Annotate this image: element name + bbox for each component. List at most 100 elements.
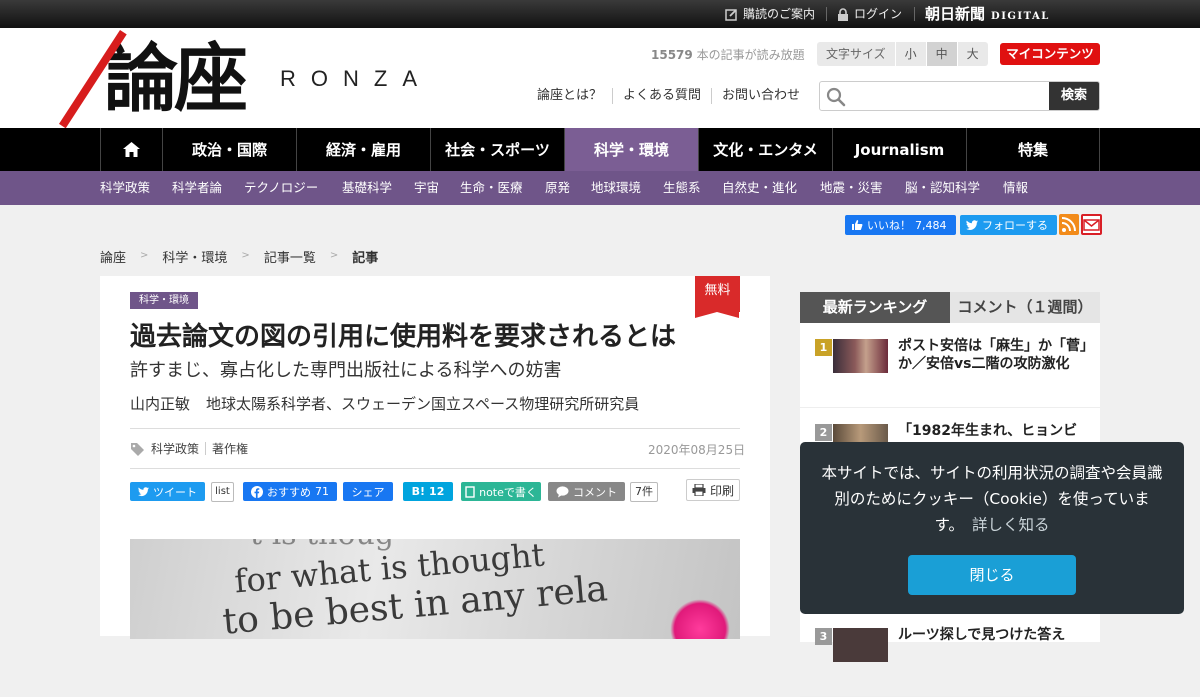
my-content-button[interactable]: マイコンテンツ <box>1000 43 1100 65</box>
comment-label: コメント <box>573 485 617 499</box>
tag-link[interactable]: 科学政策 <box>151 440 199 457</box>
author-role: 地球太陽系科学者、スウェーデン国立スペース物理研究所研究員 <box>206 395 640 413</box>
tab-latest-ranking[interactable]: 最新ランキング <box>800 292 950 323</box>
subnav-item[interactable]: 自然史・進化 <box>722 171 797 205</box>
rank-title: ポスト安倍は「麻生」か「菅」か／安倍vs二階の攻防激化 <box>898 338 1087 372</box>
subnav-item[interactable]: 科学政策 <box>100 171 150 205</box>
search-input[interactable] <box>852 82 1048 110</box>
comment-count[interactable]: 7件 <box>630 482 658 502</box>
login-label: ログイン <box>854 7 903 21</box>
breadcrumb-science[interactable]: 科学・環境 <box>162 247 227 266</box>
nav-economy[interactable]: 経済・雇用 <box>296 128 430 171</box>
article-subtitle: 許すまじ、寡占化した専門出版社による科学への妨害 <box>130 360 562 381</box>
ranking-item[interactable]: 1 ポスト安倍は「麻生」か「菅」か／安倍vs二階の攻防激化 <box>800 323 1100 408</box>
tweet-button[interactable]: ツイート <box>130 482 205 501</box>
home-icon <box>123 142 140 157</box>
font-size-small-button[interactable]: 小 <box>894 42 926 66</box>
print-button[interactable]: 印刷 <box>686 479 740 501</box>
category-badge[interactable]: 科学・環境 <box>130 292 198 309</box>
article-tags: 科学政策 著作権 <box>130 440 248 457</box>
font-size-large-button[interactable]: 大 <box>956 42 988 66</box>
login-link[interactable]: ログイン <box>837 0 902 28</box>
subnav-item[interactable]: 情報 <box>1003 171 1028 205</box>
rank-number: 1 <box>815 339 832 356</box>
mail-button[interactable] <box>1081 214 1102 235</box>
article-title: 過去論文の図の引用に使用料を要求されるとは <box>130 322 677 352</box>
hatena-count: 12 <box>429 485 445 498</box>
subscribe-guide-link[interactable]: 購読のご案内 <box>725 0 815 28</box>
font-size-switcher: 文字サイズ 小 中 大 <box>817 42 988 66</box>
rank-number: 2 <box>815 424 832 441</box>
nav-science[interactable]: 科学・環境 <box>564 128 698 171</box>
tab-comment-ranking[interactable]: コメント（１週間） <box>950 292 1100 323</box>
nav-journalism[interactable]: Journalism <box>832 128 966 171</box>
breadcrumb-list[interactable]: 記事一覧 <box>264 247 316 266</box>
divider <box>914 7 915 21</box>
article-count-number: 15579 <box>651 48 693 62</box>
subnav-item[interactable]: テクノロジー <box>244 171 318 205</box>
asahi-digital-logo[interactable]: 朝日新聞 DIGITAL <box>925 0 1050 28</box>
tweet-label: ツイート <box>153 485 197 499</box>
subnav-item[interactable]: 生態系 <box>663 171 701 205</box>
print-label: 印刷 <box>709 483 734 498</box>
rss-icon <box>1061 217 1076 232</box>
tag-link[interactable]: 著作権 <box>212 440 248 457</box>
rank-thumbnail <box>833 339 888 373</box>
fb-recommend-label: おすすめ <box>267 485 311 499</box>
comment-button[interactable]: コメント <box>548 482 625 501</box>
author-name[interactable]: 山内正敏 <box>130 395 190 413</box>
about-link[interactable]: 論座とは？ <box>537 88 612 104</box>
subnav-item[interactable]: 宇宙 <box>414 171 439 205</box>
breadcrumb-home[interactable]: 論座 <box>100 247 126 266</box>
nav-culture[interactable]: 文化・エンタメ <box>698 128 832 171</box>
nav-society[interactable]: 社会・スポーツ <box>430 128 564 171</box>
font-size-medium-button[interactable]: 中 <box>925 42 957 66</box>
note-button[interactable]: noteで書く <box>461 482 541 501</box>
twitter-icon <box>138 486 149 496</box>
subnav-item[interactable]: 生命・医療 <box>460 171 523 205</box>
ranking-tabs: 最新ランキング コメント（１週間） <box>800 292 1100 323</box>
search-button[interactable]: 検索 <box>1049 82 1099 110</box>
logo-kanji: 論座 <box>104 36 248 122</box>
rss-button[interactable] <box>1059 214 1079 235</box>
subnav-item[interactable]: 地球環境 <box>591 171 641 205</box>
facebook-recommend-button[interactable]: おすすめ 71 <box>243 482 337 501</box>
ranking-item[interactable]: 3 ルーツ探しで見つけた答え <box>800 612 1100 697</box>
like-count: 7,484 <box>915 218 947 232</box>
site-header: 論座 RONZA 15579 本の記事が読み放題 文字サイズ 小 中 大 マイコ… <box>0 28 1200 129</box>
breadcrumb: 論座 > 科学・環境 > 記事一覧 > 記事 <box>100 247 378 266</box>
article-count: 15579 本の記事が読み放題 <box>651 46 805 63</box>
nav-features[interactable]: 特集 <box>966 128 1100 171</box>
divider <box>205 442 207 455</box>
subnav-item[interactable]: 地震・災害 <box>820 171 883 205</box>
article-author: 山内正敏 地球太陽系科学者、スウェーデン国立スペース物理研究所研究員 <box>130 393 639 414</box>
search-box: 検索 <box>819 81 1100 111</box>
asahi-brand-sub: DIGITAL <box>991 11 1050 22</box>
subnav-item[interactable]: 脳・認知科学 <box>905 171 980 205</box>
lock-icon <box>838 7 848 21</box>
contact-link[interactable]: お問い合わせ <box>711 88 810 104</box>
faq-link[interactable]: よくある質問 <box>612 88 711 104</box>
ronza-logo[interactable]: 論座 RONZA <box>59 30 444 129</box>
search-icon <box>826 87 846 107</box>
nav-home[interactable] <box>100 128 162 171</box>
nav-politics[interactable]: 政治・国際 <box>162 128 296 171</box>
twitter-follow-button[interactable]: フォローする <box>960 215 1057 235</box>
cookie-more-link[interactable]: 詳しく知る <box>972 516 1050 534</box>
rank-title: ルーツ探しで見つけた答え <box>898 627 1066 643</box>
top-bar: 購読のご案内 ログイン 朝日新聞 DIGITAL <box>0 0 1200 28</box>
tag-icon <box>131 442 144 456</box>
twitter-list-button[interactable]: list <box>211 482 234 502</box>
subnav-item[interactable]: 原発 <box>545 171 570 205</box>
breadcrumb-separator: > <box>241 250 250 261</box>
subnav-item[interactable]: 基礎科学 <box>342 171 392 205</box>
facebook-like-button[interactable]: いいね！ 7,484 <box>845 215 956 235</box>
note-icon <box>465 485 475 498</box>
asahi-brand: 朝日新聞 <box>925 5 986 23</box>
divider <box>826 7 827 21</box>
facebook-share-button[interactable]: シェア <box>343 482 393 501</box>
cookie-close-button[interactable]: 閉じる <box>908 555 1076 595</box>
breadcrumb-separator: > <box>329 250 339 261</box>
hatena-bookmark-button[interactable]: B! 12 <box>403 482 453 501</box>
subnav-item[interactable]: 科学者論 <box>172 171 222 205</box>
